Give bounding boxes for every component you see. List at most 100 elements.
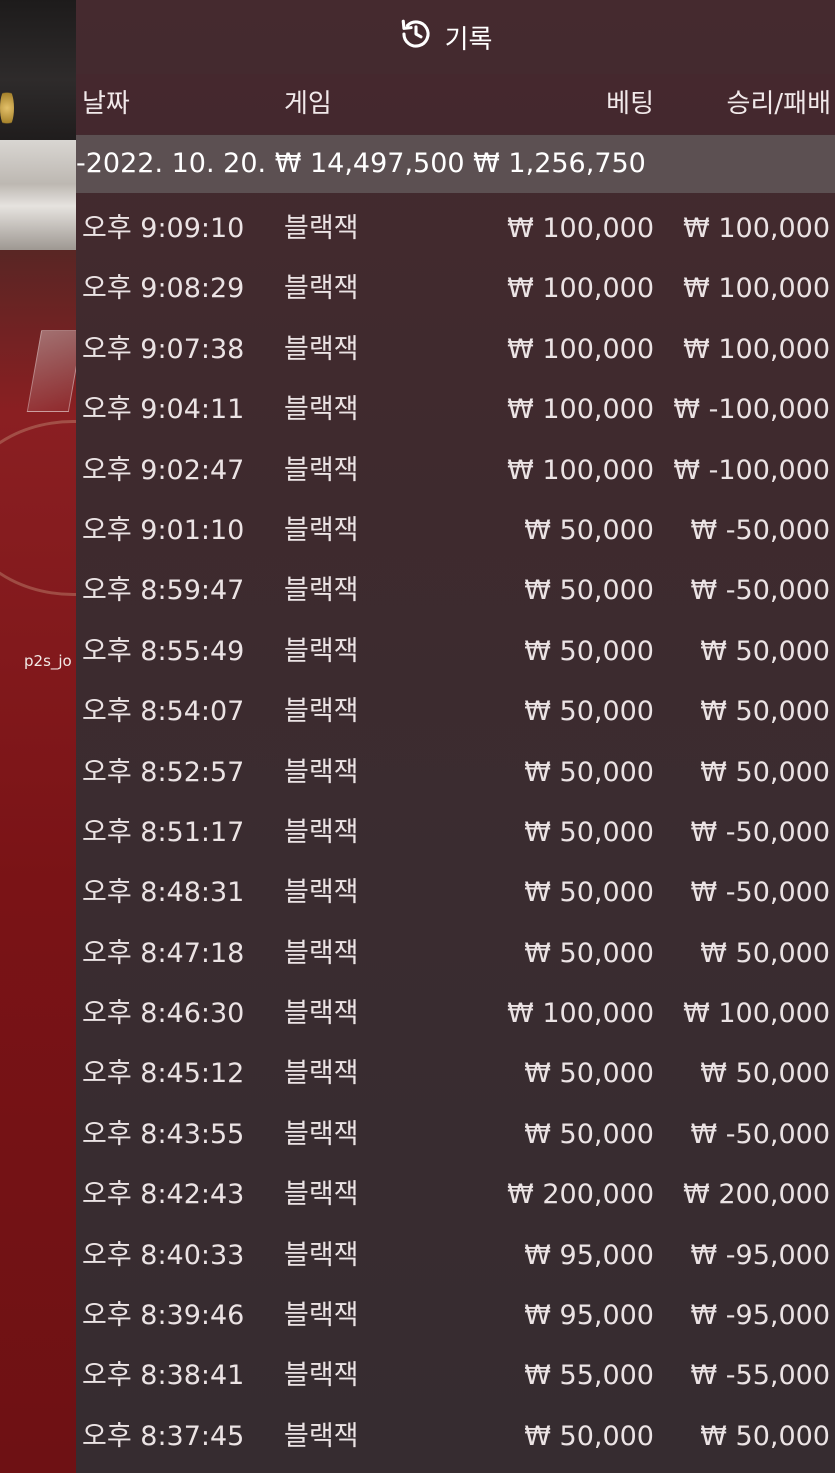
history-row[interactable]: 오후 8:39:46 블랙잭 ₩ 95,000 ₩ -95,000: [76, 1286, 835, 1346]
row-time: 오후 8:52:57: [82, 756, 245, 788]
row-result: ₩ -50,000: [690, 1118, 831, 1150]
row-game: 블랙잭: [284, 575, 359, 607]
row-bet: ₩ 50,000: [524, 756, 654, 788]
row-result: ₩ -50,000: [690, 575, 831, 607]
row-result: ₩ -100,000: [673, 394, 830, 426]
column-header-row: 날짜 게임 베팅 승리/패배: [76, 74, 835, 134]
history-row[interactable]: 오후 8:47:18 블랙잭 ₩ 50,000 ₩ 50,000: [76, 924, 835, 984]
row-game: 블랙잭: [284, 877, 359, 909]
row-time: 오후 9:09:10: [82, 213, 245, 244]
column-bet[interactable]: 베팅: [606, 74, 654, 134]
row-bet: ₩ 55,000: [524, 1360, 654, 1392]
row-game: 블랙잭: [284, 1058, 359, 1090]
row-result: ₩ -50,000: [690, 514, 831, 546]
history-row[interactable]: 오후 9:07:38 블랙잭 ₩ 100,000 ₩ 100,000: [76, 320, 835, 380]
row-time: 오후 8:47:18: [82, 937, 245, 969]
history-row[interactable]: 오후 9:09:10 블랙잭 ₩ 100,000 ₩ 100,000: [76, 199, 835, 259]
history-row[interactable]: 오후 8:45:12 블랙잭 ₩ 50,000 ₩ 50,000: [76, 1044, 835, 1104]
row-result: ₩ 100,000: [683, 213, 830, 244]
history-row[interactable]: 오후 8:40:33 블랙잭 ₩ 95,000 ₩ -95,000: [76, 1226, 835, 1286]
panel-title: 기록: [444, 24, 493, 55]
history-row[interactable]: 오후 8:46:30 블랙잭 ₩ 100,000 ₩ 100,000: [76, 984, 835, 1044]
row-bet: ₩ 50,000: [524, 877, 654, 909]
column-date[interactable]: 날짜: [82, 74, 130, 134]
row-result: ₩ 100,000: [683, 998, 830, 1030]
row-game: 블랙잭: [284, 1420, 359, 1452]
row-bet: ₩ 50,000: [524, 696, 654, 728]
row-time: 오후 8:42:43: [82, 1179, 245, 1211]
panel-header: 기록: [76, 0, 835, 74]
column-game[interactable]: 게임: [284, 74, 332, 134]
row-game: 블랙잭: [284, 1360, 359, 1392]
row-bet: ₩ 100,000: [507, 213, 654, 244]
row-bet: ₩ 95,000: [524, 1300, 654, 1332]
date-group-date: -2022. 10. 20.: [76, 148, 267, 179]
row-game: 블랙잭: [284, 1300, 359, 1332]
date-group-row[interactable]: -2022. 10. 20. ₩ 14,497,500 ₩ 1,256,750: [76, 135, 835, 193]
history-row[interactable]: 오후 8:54:07 블랙잭 ₩ 50,000 ₩ 50,000: [76, 682, 835, 742]
row-bet: ₩ 100,000: [507, 454, 654, 486]
row-time: 오후 9:04:11: [82, 394, 245, 426]
history-panel: 기록 날짜 게임 베팅 승리/패배 -2022. 10. 20. ₩ 14,49…: [76, 0, 835, 1473]
row-bet: ₩ 100,000: [507, 394, 654, 426]
player-name-label: p2s_jo: [24, 652, 72, 670]
game-background: [0, 0, 76, 1473]
row-game: 블랙잭: [284, 1179, 359, 1211]
row-result: ₩ -100,000: [673, 454, 830, 486]
column-result[interactable]: 승리/패배: [727, 74, 831, 134]
date-group-bet-total: ₩ 14,497,500: [274, 148, 465, 179]
row-game: 블랙잭: [284, 816, 359, 848]
row-bet: ₩ 50,000: [524, 1118, 654, 1150]
row-bet: ₩ 200,000: [507, 1179, 654, 1211]
history-row[interactable]: 오후 8:38:41 블랙잭 ₩ 55,000 ₩ -55,000: [76, 1346, 835, 1406]
row-time: 오후 8:55:49: [82, 635, 245, 667]
history-row[interactable]: 오후 8:51:17 블랙잭 ₩ 50,000 ₩ -50,000: [76, 803, 835, 863]
history-row[interactable]: 오후 8:43:55 블랙잭 ₩ 50,000 ₩ -50,000: [76, 1105, 835, 1165]
row-result: ₩ 50,000: [700, 1420, 830, 1452]
row-result: ₩ -50,000: [690, 877, 831, 909]
row-time: 오후 8:59:47: [82, 575, 245, 607]
row-game: 블랙잭: [284, 454, 359, 486]
row-bet: ₩ 100,000: [507, 998, 654, 1030]
row-result: ₩ 50,000: [700, 756, 830, 788]
table-arc: [0, 420, 76, 596]
gold-ornament: [0, 88, 14, 128]
history-row[interactable]: 오후 9:02:47 블랙잭 ₩ 100,000 ₩ -100,000: [76, 441, 835, 501]
row-time: 오후 8:51:17: [82, 816, 245, 848]
row-time: 오후 8:45:12: [82, 1058, 245, 1090]
row-bet: ₩ 50,000: [524, 816, 654, 848]
history-row[interactable]: 오후 8:48:31 블랙잭 ₩ 50,000 ₩ -50,000: [76, 863, 835, 923]
row-time: 오후 9:08:29: [82, 273, 245, 305]
row-bet: ₩ 95,000: [524, 1239, 654, 1271]
row-game: 블랙잭: [284, 394, 359, 426]
row-time: 오후 8:43:55: [82, 1118, 245, 1150]
row-game: 블랙잭: [284, 937, 359, 969]
row-game: 블랙잭: [284, 273, 359, 305]
row-game: 블랙잭: [284, 1118, 359, 1150]
row-game: 블랙잭: [284, 998, 359, 1030]
row-bet: ₩ 100,000: [507, 273, 654, 305]
row-time: 오후 9:01:10: [82, 514, 245, 546]
row-time: 오후 8:40:33: [82, 1239, 245, 1271]
date-group-result-total: ₩ 1,256,750: [473, 148, 646, 179]
row-time: 오후 8:39:46: [82, 1300, 245, 1332]
row-bet: ₩ 50,000: [524, 937, 654, 969]
history-row[interactable]: 오후 8:42:43 블랙잭 ₩ 200,000 ₩ 200,000: [76, 1165, 835, 1225]
history-row[interactable]: 오후 9:04:11 블랙잭 ₩ 100,000 ₩ -100,000: [76, 380, 835, 440]
row-result: ₩ 50,000: [700, 635, 830, 667]
history-row[interactable]: 오후 8:37:45 블랙잭 ₩ 50,000 ₩ 50,000: [76, 1407, 835, 1467]
row-time: 오후 8:38:41: [82, 1360, 245, 1392]
row-bet: ₩ 50,000: [524, 1420, 654, 1452]
history-row[interactable]: 오후 8:52:57 블랙잭 ₩ 50,000 ₩ 50,000: [76, 743, 835, 803]
row-bet: ₩ 50,000: [524, 1058, 654, 1090]
history-row[interactable]: 오후 9:01:10 블랙잭 ₩ 50,000 ₩ -50,000: [76, 501, 835, 561]
row-time: 오후 9:02:47: [82, 454, 245, 486]
history-row[interactable]: 오후 9:08:29 블랙잭 ₩ 100,000 ₩ 100,000: [76, 259, 835, 319]
history-row[interactable]: 오후 8:55:49 블랙잭 ₩ 50,000 ₩ 50,000: [76, 622, 835, 682]
row-result: ₩ -50,000: [690, 816, 831, 848]
row-bet: ₩ 50,000: [524, 575, 654, 607]
row-bet: ₩ 100,000: [507, 333, 654, 365]
history-row[interactable]: 오후 8:59:47 블랙잭 ₩ 50,000 ₩ -50,000: [76, 561, 835, 621]
row-bet: ₩ 50,000: [524, 635, 654, 667]
row-result: ₩ -95,000: [690, 1239, 831, 1271]
